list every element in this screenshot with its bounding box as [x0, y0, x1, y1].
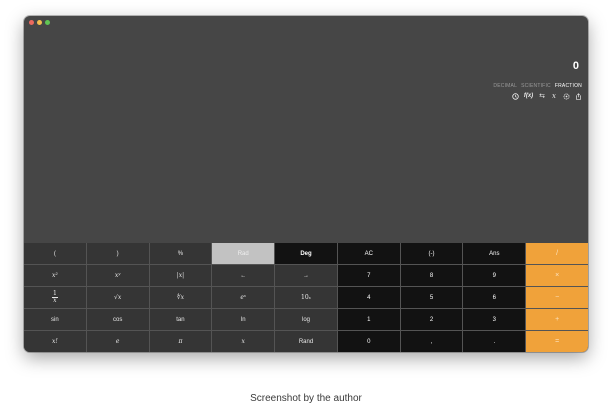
log-key[interactable]: log	[275, 309, 337, 330]
digit-4-key[interactable]: 4	[337, 287, 400, 308]
answer-key[interactable]: Ans	[463, 243, 526, 264]
mode-scientific[interactable]: SCIENTIFIC	[521, 83, 551, 89]
exp-key[interactable]: eˣ	[212, 287, 275, 308]
number-format-modes: DECIMAL SCIENTIFIC FRACTION	[493, 83, 582, 89]
pi-key[interactable]: π	[149, 331, 212, 352]
settings-icon[interactable]	[562, 92, 570, 100]
digit-7-key[interactable]: 7	[337, 265, 400, 286]
comma-key[interactable]: ,	[400, 331, 463, 352]
digit-3-key[interactable]: 3	[463, 309, 526, 330]
power-key[interactable]: xʸ	[86, 265, 149, 286]
digit-9-key[interactable]: 9	[463, 265, 526, 286]
calculator-window: 0 DECIMAL SCIENTIFIC FRACTION f(x) ⇆ x (…	[24, 16, 588, 352]
rad-toggle[interactable]: Rad	[212, 243, 275, 264]
share-icon[interactable]	[574, 92, 582, 100]
mode-decimal[interactable]: DECIMAL	[493, 83, 517, 89]
keypad: ( ) % Rad Deg AC (-) Ans / x² xʸ |x| ← →…	[24, 243, 588, 352]
digit-0-key[interactable]: 0	[337, 331, 400, 352]
reciprocal-denominator: x	[53, 297, 57, 304]
square-key[interactable]: x²	[24, 265, 86, 286]
nth-root-key[interactable]: ∜x	[149, 287, 212, 308]
ln-key[interactable]: ln	[212, 309, 275, 330]
close-window-button[interactable]	[29, 20, 34, 25]
variable-x-key[interactable]: x	[212, 331, 275, 352]
image-caption: Screenshot by the author	[250, 393, 362, 404]
power-of-ten-key[interactable]: 10 x	[275, 287, 337, 308]
display-toolbar: f(x) ⇆ x	[511, 92, 582, 100]
digit-8-key[interactable]: 8	[400, 265, 463, 286]
digit-6-key[interactable]: 6	[463, 287, 526, 308]
digit-2-key[interactable]: 2	[400, 309, 463, 330]
subtract-key[interactable]: −	[526, 287, 588, 308]
digit-1-key[interactable]: 1	[337, 309, 400, 330]
swap-icon[interactable]: ⇆	[538, 92, 546, 100]
euler-constant-key[interactable]: e	[86, 331, 149, 352]
absolute-value-key[interactable]: |x|	[149, 265, 212, 286]
random-key[interactable]: Rand	[275, 331, 337, 352]
variable-icon[interactable]: x	[550, 92, 558, 100]
deg-toggle[interactable]: Deg	[275, 243, 337, 264]
tan-key[interactable]: tan	[149, 309, 212, 330]
function-icon[interactable]: f(x)	[523, 92, 534, 100]
digit-5-key[interactable]: 5	[400, 287, 463, 308]
mode-fraction[interactable]: FRACTION	[555, 83, 582, 89]
close-paren-key[interactable]: )	[86, 243, 149, 264]
decimal-point-key[interactable]: .	[463, 331, 526, 352]
add-key[interactable]: +	[526, 309, 588, 330]
cursor-left-key[interactable]: ←	[212, 265, 275, 286]
multiply-key[interactable]: ×	[526, 265, 588, 286]
divide-key[interactable]: /	[526, 243, 588, 264]
power-of-ten-exponent: x	[308, 295, 311, 300]
zoom-window-button[interactable]	[45, 20, 50, 25]
all-clear-key[interactable]: AC	[337, 243, 400, 264]
display-value: 0	[572, 60, 579, 72]
cursor-right-key[interactable]: →	[275, 265, 337, 286]
square-root-key[interactable]: √x	[86, 287, 149, 308]
factorial-key[interactable]: x!	[24, 331, 86, 352]
negate-key[interactable]: (-)	[400, 243, 463, 264]
power-of-ten-base: 10	[301, 294, 309, 301]
percent-key[interactable]: %	[149, 243, 212, 264]
equals-key[interactable]: =	[526, 331, 588, 352]
minimize-window-button[interactable]	[37, 20, 42, 25]
cos-key[interactable]: cos	[86, 309, 149, 330]
sin-key[interactable]: sin	[24, 309, 86, 330]
open-paren-key[interactable]: (	[24, 243, 86, 264]
reciprocal-key[interactable]: 1 x	[24, 287, 86, 308]
history-icon[interactable]	[511, 92, 519, 100]
